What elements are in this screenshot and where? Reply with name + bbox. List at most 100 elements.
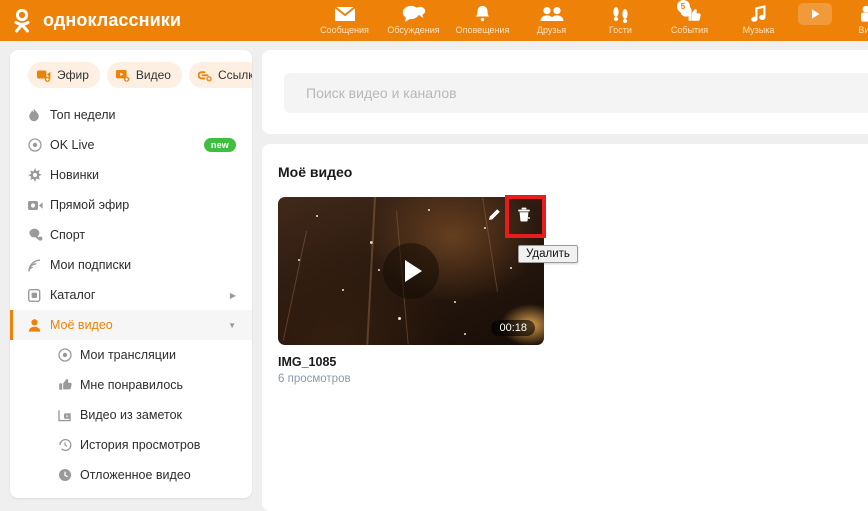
link-plus-icon bbox=[197, 69, 213, 82]
camcorder-icon bbox=[28, 200, 50, 211]
nav-label: Видео bbox=[858, 25, 868, 35]
nav-notifications[interactable]: Оповещения bbox=[448, 0, 517, 41]
history-icon bbox=[58, 438, 80, 452]
ok-logo-icon bbox=[10, 8, 34, 33]
nav-label: Друзья bbox=[536, 25, 567, 35]
video-thumbnail[interactable]: 00:18 bbox=[278, 197, 544, 345]
nav-guests[interactable]: Гости bbox=[586, 0, 655, 41]
nav-play[interactable] bbox=[793, 0, 837, 41]
thumbs-up-icon bbox=[58, 378, 80, 392]
video-plus-icon bbox=[115, 69, 131, 82]
sidebar-item-new[interactable]: Новинки bbox=[10, 160, 252, 190]
live-ring-icon bbox=[28, 138, 50, 152]
search-panel bbox=[262, 50, 868, 134]
rss-icon bbox=[28, 259, 50, 272]
sidebar-item-label: Отложенное видео bbox=[80, 468, 191, 482]
sidebar-actions: Эфир Видео Ссылка bbox=[10, 50, 252, 98]
sidebar-item-saved-video[interactable]: Отложенное видео bbox=[10, 460, 252, 490]
sport-icon bbox=[28, 228, 50, 242]
nav-video[interactable]: Видео bbox=[837, 0, 868, 41]
nav-events[interactable]: 5 События bbox=[655, 0, 724, 41]
sparkle-icon bbox=[28, 168, 50, 182]
envelope-icon bbox=[333, 4, 356, 23]
music-note-icon bbox=[750, 4, 768, 23]
clock-icon bbox=[58, 468, 80, 482]
live-ring-icon bbox=[58, 348, 80, 362]
new-badge: new bbox=[203, 138, 236, 152]
sidebar-item-label: Моё видео bbox=[50, 318, 113, 332]
person-icon bbox=[28, 318, 50, 332]
sidebar-item-label: Мои подписки bbox=[50, 258, 132, 272]
nav-music[interactable]: Музыка bbox=[724, 0, 793, 41]
sidebar-item-label: Каталог bbox=[50, 288, 96, 302]
sidebar-item-broadcast[interactable]: Прямой эфир bbox=[10, 190, 252, 220]
sidebar-item-watch-history[interactable]: История просмотров bbox=[10, 430, 252, 460]
nav-label: Оповещения bbox=[455, 25, 510, 35]
sidebar-item-label: Видео из заметок bbox=[80, 408, 182, 422]
live-camera-plus-icon bbox=[37, 69, 52, 82]
nav-label: Обсуждения bbox=[387, 25, 440, 35]
catalog-icon bbox=[28, 288, 50, 302]
sidebar-item-my-video[interactable]: Моё видео ▼ bbox=[10, 310, 252, 340]
nav-label: События bbox=[670, 25, 709, 35]
nav-label: Сообщения bbox=[320, 25, 369, 35]
brand-name: одноклассники bbox=[43, 10, 182, 30]
bell-icon bbox=[474, 4, 491, 23]
sidebar-item-label: Мне понравилось bbox=[80, 378, 184, 392]
create-live-button[interactable]: Эфир bbox=[28, 62, 100, 88]
sidebar-item-label: Топ недели bbox=[50, 108, 116, 122]
sidebar-item-label: Прямой эфир bbox=[50, 198, 130, 212]
sidebar-item-my-streams[interactable]: Мои трансляции bbox=[10, 340, 252, 370]
nav-friends[interactable]: Друзья bbox=[517, 0, 586, 41]
pencil-icon bbox=[487, 208, 501, 227]
content-panel: Моё видео 00:18 IMG_1085 6 просмотров bbox=[262, 144, 868, 511]
upload-video-button[interactable]: Видео bbox=[106, 62, 182, 88]
chevron-right-icon: ▶ bbox=[229, 290, 236, 300]
video-camera-icon bbox=[859, 4, 868, 23]
video-views: 6 просмотров bbox=[278, 373, 351, 385]
sidebar-item-video-from-notes[interactable]: Видео из заметок bbox=[10, 400, 252, 430]
page-title: Моё видео bbox=[278, 164, 353, 180]
search-input[interactable] bbox=[284, 73, 868, 113]
action-label: Эфир bbox=[57, 68, 89, 82]
nav-messages[interactable]: Сообщения bbox=[310, 0, 379, 41]
sidebar-item-label: Спорт bbox=[50, 228, 86, 242]
sidebar-item-ok-live[interactable]: OK Live new bbox=[10, 130, 252, 160]
sidebar-item-liked[interactable]: Мне понравилось bbox=[10, 370, 252, 400]
events-badge-count: 5 bbox=[676, 0, 690, 13]
thumbnail-action-buttons bbox=[480, 203, 538, 231]
delete-tooltip: Удалить bbox=[518, 245, 578, 263]
nav-discussions[interactable]: Обсуждения bbox=[379, 0, 448, 41]
sidebar-item-label: Новинки bbox=[50, 168, 99, 182]
header-nav: Сообщения Обсуждения Оповещения Друзья Г… bbox=[310, 0, 868, 41]
top-header: одноклассники Сообщения Обсуждения Опове… bbox=[0, 0, 868, 41]
action-label: Видео bbox=[135, 68, 171, 82]
sidebar-item-catalog[interactable]: Каталог ▶ bbox=[10, 280, 252, 310]
note-video-icon bbox=[58, 409, 80, 422]
chat-bubbles-icon bbox=[402, 4, 426, 23]
add-link-button[interactable]: Ссылка bbox=[188, 62, 252, 88]
chevron-down-icon: ▼ bbox=[228, 320, 236, 330]
play-button[interactable] bbox=[383, 243, 439, 299]
sidebar: Эфир Видео Ссылка Топ недели OK Liv bbox=[10, 50, 252, 498]
brand[interactable]: одноклассники bbox=[10, 8, 182, 33]
edit-video-button[interactable] bbox=[480, 203, 508, 231]
sidebar-item-label: Мои трансляции bbox=[80, 348, 176, 362]
action-label: Ссылка bbox=[217, 68, 252, 82]
sidebar-item-sport[interactable]: Спорт bbox=[10, 220, 252, 250]
play-icon bbox=[404, 260, 422, 282]
video-title[interactable]: IMG_1085 bbox=[278, 355, 544, 369]
flame-icon bbox=[28, 108, 50, 122]
play-button-icon bbox=[798, 2, 832, 25]
people-icon bbox=[540, 4, 564, 23]
sidebar-item-subscriptions[interactable]: Мои подписки bbox=[10, 250, 252, 280]
video-card: 00:18 IMG_1085 6 просмотров bbox=[278, 197, 544, 385]
sidebar-item-label: OK Live bbox=[50, 138, 95, 152]
sidebar-item-top-week[interactable]: Топ недели bbox=[10, 100, 252, 130]
nav-label: Гости bbox=[609, 25, 632, 35]
footprints-icon bbox=[611, 4, 631, 23]
trash-icon bbox=[517, 207, 531, 227]
sidebar-item-label: История просмотров bbox=[80, 438, 201, 452]
sidebar-menu: Топ недели OK Live new Новинки Прямой эф… bbox=[10, 98, 252, 490]
delete-video-button[interactable] bbox=[510, 203, 538, 231]
